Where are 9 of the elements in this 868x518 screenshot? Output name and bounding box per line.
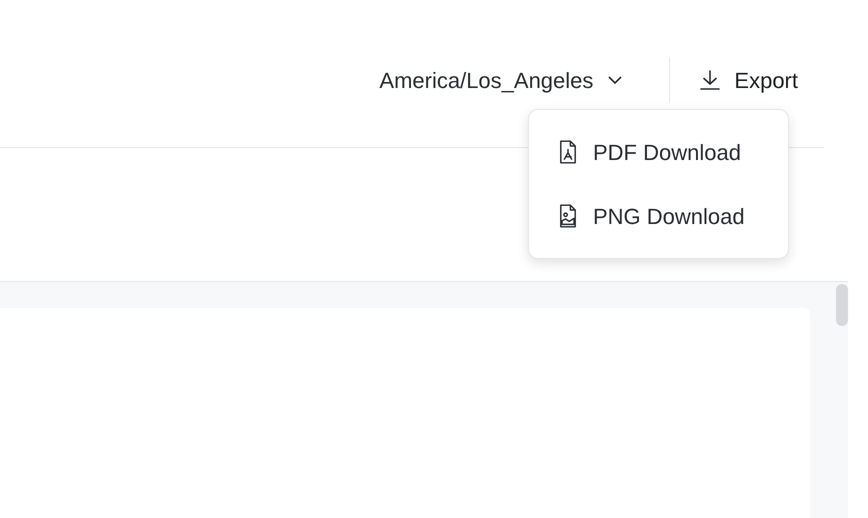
scrollbar-thumb[interactable] <box>836 284 848 326</box>
export-button[interactable]: Export <box>670 57 798 103</box>
menu-item[interactable]: PDF Download <box>529 124 788 180</box>
menu-item[interactable]: PNG Download <box>529 188 788 244</box>
timezone-dropdown[interactable]: America/Los_Angeles <box>379 57 670 103</box>
chevron-down-icon <box>607 75 624 85</box>
image-file-icon <box>557 204 579 228</box>
download-icon <box>698 68 722 92</box>
pdf-file-icon <box>557 140 579 164</box>
